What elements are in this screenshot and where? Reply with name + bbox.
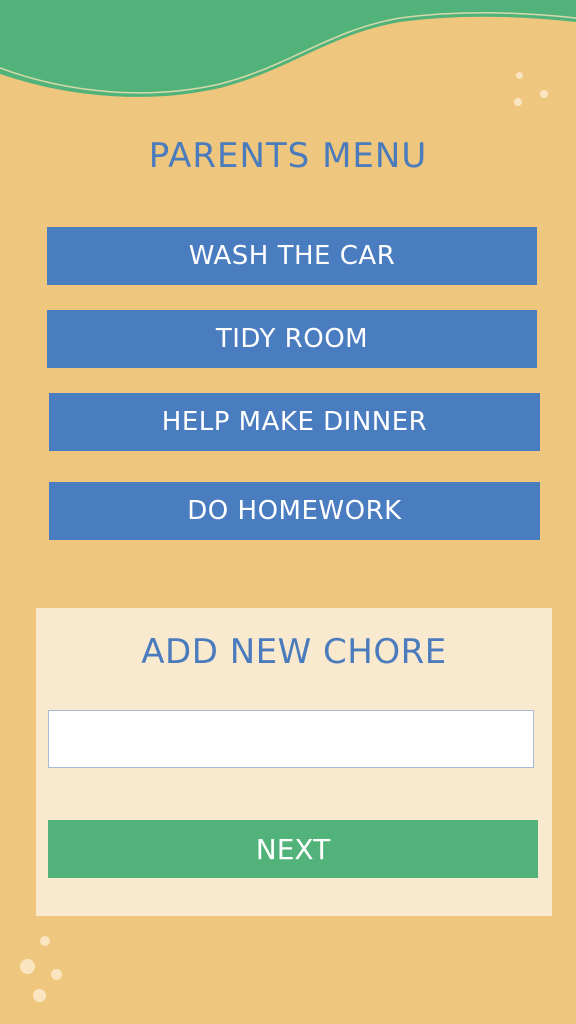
add-chore-title: ADD NEW CHORE <box>141 632 447 672</box>
decor-dot <box>516 72 523 79</box>
decor-dot <box>40 936 50 946</box>
page-title: PARENTS MENU <box>148 136 428 176</box>
chore-button-do-homework[interactable]: DO HOMEWORK <box>49 482 540 540</box>
chore-button-wash-car[interactable]: WASH THE CAR <box>47 227 537 285</box>
next-button[interactable]: NEXT <box>48 820 538 878</box>
decor-dot <box>33 989 46 1002</box>
header-wave <box>0 0 576 97</box>
decor-dot <box>51 969 62 980</box>
chore-button-help-make-dinner[interactable]: HELP MAKE DINNER <box>49 393 540 451</box>
decor-dot <box>20 959 35 974</box>
decor-dot <box>540 90 548 98</box>
add-chore-panel: ADD NEW CHORE NEXT <box>36 608 552 916</box>
new-chore-input[interactable] <box>48 710 534 768</box>
decor-dot <box>514 98 522 106</box>
chore-button-tidy-room[interactable]: TIDY ROOM <box>47 310 537 368</box>
